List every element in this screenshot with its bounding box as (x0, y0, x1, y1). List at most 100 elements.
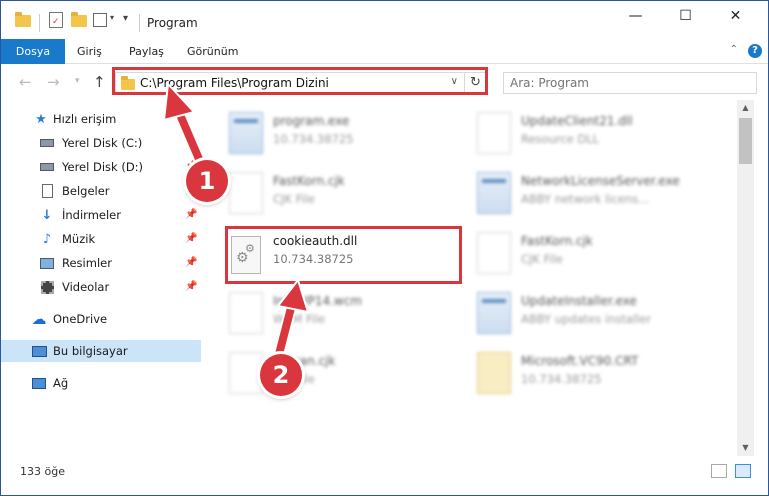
pin-icon[interactable]: 📌 (185, 257, 197, 268)
large-icons-view-icon[interactable] (735, 464, 751, 478)
pictures-icon (39, 256, 55, 270)
sidebar-item-this-pc[interactable]: Bu bilgisayar (1, 340, 201, 362)
cloud-icon: ☁ (31, 310, 47, 328)
file-item[interactable]: FastKorn.cjk CJK File (471, 226, 711, 282)
file-icon (229, 172, 263, 214)
file-icon (477, 232, 511, 274)
status-bar: 133 öğe (1, 456, 768, 495)
tab-view[interactable]: Görünüm (177, 39, 248, 64)
sidebar-item-label: Yerel Disk (C:) (62, 136, 143, 150)
sidebar-item-videos[interactable]: Videolar 📌 (1, 276, 201, 298)
divider (39, 14, 40, 32)
file-details: 10.734.38725 (521, 372, 602, 386)
executable-icon (477, 292, 511, 334)
network-icon (31, 376, 47, 390)
chevron-up-icon[interactable]: ⌃ (730, 44, 738, 55)
dll-icon (477, 112, 511, 154)
minimize-button[interactable]: — (613, 1, 658, 31)
document-icon (39, 184, 55, 198)
details-view-icon[interactable] (711, 464, 727, 478)
sidebar-item-quick-access[interactable]: ★ Hızlı erişim (1, 108, 201, 130)
sidebar-item-label: Müzik (62, 232, 96, 246)
explorer-window: ✓ ▾ ▾ Program — ☐ ✕ Dosya Giriş Paylaş G… (0, 0, 769, 496)
sidebar-item-label: Hızlı erişim (53, 112, 117, 126)
executable-icon (229, 112, 263, 154)
file-item-cookieauth[interactable]: ⚙ ⚙ cookieauth.dll 10.734.38725 (223, 226, 463, 282)
file-details: WCM File (273, 312, 326, 326)
navigation-bar: ← → ▾ ↑ C:\Program Files\Program Dizini … (1, 64, 768, 100)
file-details: 10.734.38725 (273, 252, 354, 266)
search-input[interactable] (503, 72, 757, 94)
file-list: program.exe 10.734.38725 UpdateClient21.… (201, 100, 737, 456)
navigation-pane: ★ Hızlı erişim Yerel Disk (C:) Yerel Dis… (1, 100, 201, 456)
folder-icon (121, 76, 135, 90)
properties-icon[interactable]: ✓ (49, 12, 63, 28)
view-options-icon[interactable] (93, 13, 107, 27)
chevron-down-icon[interactable]: ▾ (110, 13, 114, 22)
address-bar[interactable]: C:\Program Files\Program Dizini ∨ ↻ (115, 72, 487, 94)
folder-file-icon (477, 352, 511, 394)
file-item[interactable]: FastKorn.cjk CJK File (223, 166, 463, 222)
file-item[interactable]: Korean.cjk CJK File (223, 346, 463, 402)
address-path: C:\Program Files\Program Dizini (140, 76, 329, 90)
pin-icon[interactable]: 📌 (185, 281, 197, 292)
file-icon (229, 352, 263, 394)
sidebar-item-pictures[interactable]: Resimler 📌 (1, 252, 201, 274)
callout-badge-1: 1 (186, 160, 228, 202)
sidebar-item-network[interactable]: Ağ (1, 372, 201, 394)
file-item[interactable]: UpdateInstaller.exe ABBY updates install… (471, 286, 711, 342)
sidebar-item-label: Bu bilgisayar (53, 344, 128, 358)
star-icon: ★ (35, 111, 47, 127)
sidebar-item-onedrive[interactable]: ☁ OneDrive (1, 308, 201, 330)
title-bar: ✓ ▾ ▾ Program — ☐ ✕ (1, 1, 768, 39)
pin-icon[interactable]: 📌 (185, 233, 197, 244)
file-item[interactable]: UpdateClient21.dll Resource DLL (471, 106, 711, 162)
customize-quick-access-icon[interactable]: ▾ (123, 13, 128, 24)
close-button[interactable]: ✕ (713, 1, 758, 31)
file-name: cookieauth.dll (273, 234, 358, 248)
file-details: 10.734.38725 (273, 132, 354, 146)
up-arrow-icon[interactable]: ↑ (93, 73, 106, 91)
recent-locations-icon[interactable]: ▾ (75, 76, 80, 86)
drive-icon (39, 136, 55, 150)
help-icon[interactable]: ? (748, 44, 762, 58)
music-icon: ♪ (42, 231, 52, 247)
computer-icon (31, 344, 47, 358)
refresh-icon[interactable]: ↻ (464, 73, 486, 93)
divider (139, 14, 140, 32)
forward-arrow-icon[interactable]: → (47, 73, 60, 91)
file-name: UpdateClient21.dll (521, 114, 633, 128)
new-folder-icon[interactable] (71, 12, 87, 27)
executable-icon (477, 172, 511, 214)
tab-home[interactable]: Giriş (67, 39, 112, 64)
pin-icon[interactable]: 📌 (185, 209, 197, 220)
sidebar-item-label: Ağ (53, 376, 69, 390)
file-details: Resource DLL (521, 132, 600, 146)
file-item[interactable]: InfoWP14.wcm WCM File (223, 286, 463, 342)
sidebar-item-music[interactable]: ♪ Müzik 📌 (1, 228, 201, 250)
file-name: FastKorn.cjk (521, 234, 593, 248)
file-item[interactable]: Microsoft.VC90.CRT 10.734.38725 (471, 346, 711, 402)
vertical-scrollbar[interactable]: ▲ ▼ (737, 100, 754, 456)
tab-share[interactable]: Paylaş (119, 39, 174, 64)
chevron-down-icon[interactable]: ∨ (451, 76, 458, 87)
sidebar-item-documents[interactable]: Belgeler 📌 (1, 180, 201, 202)
scroll-down-icon[interactable]: ▼ (737, 440, 754, 456)
file-details: ABBY updates installer (521, 312, 652, 326)
folder-icon (15, 12, 31, 27)
ribbon-tabs: Dosya Giriş Paylaş Görünüm ⌃ ? (1, 39, 768, 95)
sidebar-item-downloads[interactable]: ↓ İndirmeler 📌 (1, 204, 201, 226)
file-name: Microsoft.VC90.CRT (521, 354, 639, 368)
file-item[interactable]: program.exe 10.734.38725 (223, 106, 463, 162)
scroll-up-icon[interactable]: ▲ (737, 100, 754, 116)
file-name: NetworkLicenseServer.exe (521, 174, 680, 188)
sidebar-item-label: İndirmeler (62, 208, 121, 222)
sidebar-item-local-disk-d[interactable]: Yerel Disk (D:) 📌 (1, 156, 201, 178)
maximize-button[interactable]: ☐ (663, 1, 708, 31)
scroll-thumb[interactable] (739, 118, 752, 164)
file-item[interactable]: NetworkLicenseServer.exe ABBY network li… (471, 166, 711, 222)
back-arrow-icon[interactable]: ← (19, 73, 32, 91)
file-name: FastKorn.cjk (273, 174, 345, 188)
sidebar-item-local-disk-c[interactable]: Yerel Disk (C:) (1, 132, 201, 154)
sidebar-item-label: Yerel Disk (D:) (62, 160, 144, 174)
